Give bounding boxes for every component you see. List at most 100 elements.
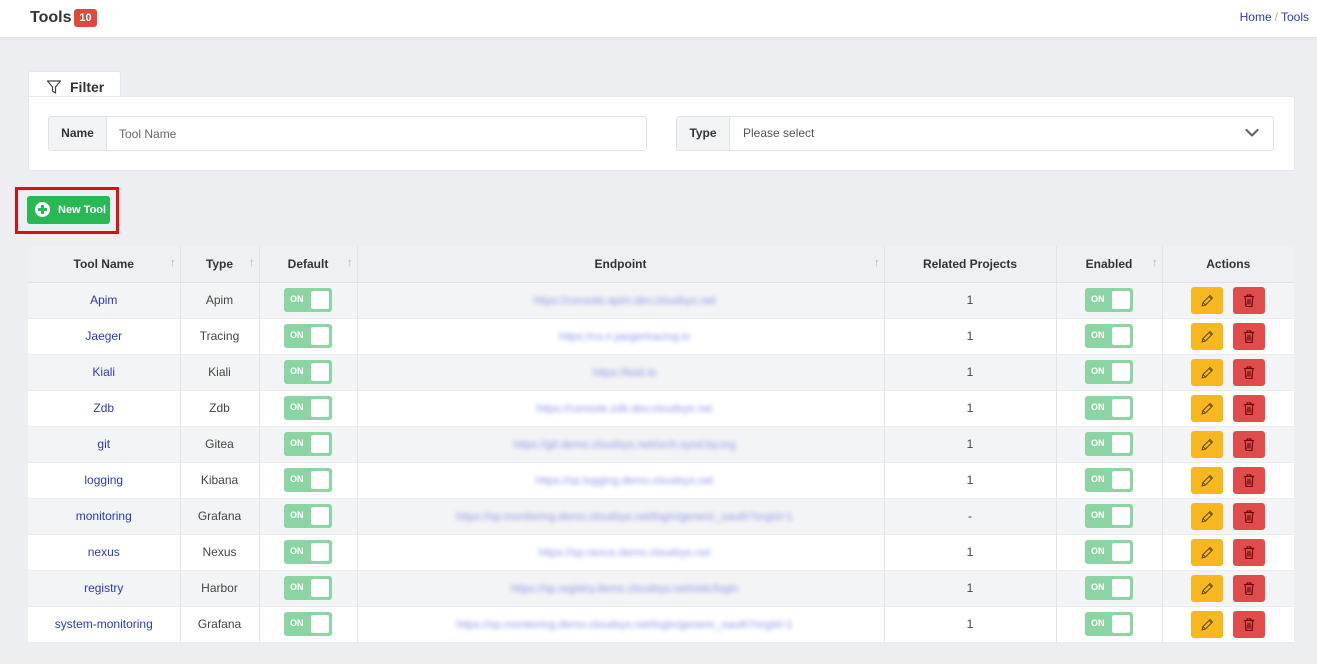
table-row: Zdb Zdb ON https://console.zdb.dev.cloudsys…: [28, 390, 1294, 427]
enabled-toggle[interactable]: ON: [1085, 396, 1133, 420]
column-header-default[interactable]: Default ↑: [259, 246, 358, 283]
edit-button[interactable]: [1191, 502, 1224, 530]
default-toggle[interactable]: ON: [284, 432, 332, 456]
filter-icon: [46, 80, 62, 94]
edit-button[interactable]: [1191, 574, 1224, 602]
sort-arrow-icon[interactable]: ↑: [170, 257, 176, 269]
delete-button[interactable]: [1233, 358, 1266, 386]
breadcrumb-home-link[interactable]: Home: [1240, 10, 1272, 24]
tool-name-link[interactable]: Kiali: [92, 365, 115, 379]
delete-button[interactable]: [1233, 610, 1266, 638]
column-header-actions: Actions: [1162, 246, 1294, 283]
tool-name-link[interactable]: monitoring: [76, 509, 132, 523]
delete-button[interactable]: [1233, 394, 1266, 422]
related-projects-cell: 1: [884, 282, 1057, 319]
related-projects-cell: 1: [884, 390, 1057, 427]
actions-cell: [1162, 570, 1294, 607]
endpoint-url: https://git.demo.cloudsys.net/orch.sysd.…: [513, 439, 736, 451]
tool-name-link[interactable]: git: [97, 437, 110, 451]
tool-name-link[interactable]: nexus: [88, 545, 120, 559]
edit-button[interactable]: [1191, 538, 1224, 566]
related-projects-cell: 1: [884, 570, 1057, 607]
tool-name-cell: system-monitoring: [28, 606, 181, 643]
default-toggle[interactable]: ON: [284, 612, 332, 636]
column-header-enabled[interactable]: Enabled ↑: [1056, 246, 1163, 283]
enabled-toggle[interactable]: ON: [1085, 288, 1133, 312]
toggle-knob: [1112, 615, 1130, 633]
tool-name-link[interactable]: Apim: [90, 293, 117, 307]
enabled-toggle[interactable]: ON: [1085, 540, 1133, 564]
delete-button[interactable]: [1233, 574, 1266, 602]
delete-button[interactable]: [1233, 502, 1266, 530]
default-toggle[interactable]: ON: [284, 576, 332, 600]
enabled-toggle[interactable]: ON: [1085, 324, 1133, 348]
sort-arrow-icon[interactable]: ↑: [249, 257, 255, 269]
table-header-row: Tool Name ↑ Type ↑ Default ↑ Endpoint ↑ Rela…: [28, 246, 1294, 283]
tool-name-link[interactable]: Zdb: [93, 401, 114, 415]
enabled-cell: ON: [1056, 426, 1163, 463]
default-toggle[interactable]: ON: [284, 324, 332, 348]
actions-cell: [1162, 354, 1294, 391]
enabled-toggle[interactable]: ON: [1085, 576, 1133, 600]
default-toggle[interactable]: ON: [284, 468, 332, 492]
column-header-endpoint[interactable]: Endpoint ↑: [357, 246, 885, 283]
sort-arrow-icon[interactable]: ↑: [874, 257, 880, 269]
type-cell: Tracing: [180, 318, 260, 355]
breadcrumb: Home / Tools: [1240, 10, 1309, 24]
delete-button[interactable]: [1233, 322, 1266, 350]
sort-arrow-icon[interactable]: ↑: [1152, 257, 1158, 269]
delete-button[interactable]: [1233, 286, 1266, 314]
toggle-knob: [311, 399, 329, 417]
tool-name-link[interactable]: logging: [84, 473, 123, 487]
toggle-label: ON: [290, 330, 304, 340]
type-cell: Nexus: [180, 534, 260, 571]
tool-name-cell: Kiali: [28, 354, 181, 391]
default-cell: ON: [259, 282, 358, 319]
edit-button[interactable]: [1191, 394, 1224, 422]
tool-name-link[interactable]: registry: [84, 581, 123, 595]
toggle-knob: [311, 579, 329, 597]
delete-button[interactable]: [1233, 466, 1266, 494]
type-filter-select[interactable]: Type Please select: [676, 116, 1274, 151]
toggle-label: ON: [1091, 402, 1105, 412]
enabled-toggle[interactable]: ON: [1085, 432, 1133, 456]
endpoint-cell: https://sp.monitoring.demo.cloudsys.net/…: [357, 606, 885, 643]
enabled-toggle[interactable]: ON: [1085, 612, 1133, 636]
breadcrumb-current-link[interactable]: Tools: [1281, 10, 1309, 24]
column-header-related-projects: Related Projects: [884, 246, 1057, 283]
edit-button[interactable]: [1191, 610, 1224, 638]
column-header-type[interactable]: Type ↑: [180, 246, 260, 283]
edit-button[interactable]: [1191, 286, 1224, 314]
tool-name-cell: Zdb: [28, 390, 181, 427]
edit-button[interactable]: [1191, 358, 1224, 386]
default-toggle[interactable]: ON: [284, 396, 332, 420]
delete-button[interactable]: [1233, 538, 1266, 566]
default-cell: ON: [259, 570, 358, 607]
default-toggle[interactable]: ON: [284, 540, 332, 564]
tool-name-link[interactable]: Jaeger: [85, 329, 122, 343]
toggle-label: ON: [1091, 438, 1105, 448]
edit-button[interactable]: [1191, 322, 1224, 350]
enabled-toggle[interactable]: ON: [1085, 504, 1133, 528]
edit-button[interactable]: [1191, 466, 1224, 494]
enabled-toggle[interactable]: ON: [1085, 360, 1133, 384]
column-header-tool-name[interactable]: Tool Name ↑: [28, 246, 181, 283]
tool-name-link[interactable]: system-monitoring: [55, 617, 153, 631]
name-filter-input[interactable]: [107, 117, 646, 150]
endpoint-url: https://sp.registry.demo.cloudsys.net/oi…: [510, 583, 739, 595]
toggle-label: ON: [1091, 366, 1105, 376]
delete-button[interactable]: [1233, 430, 1266, 458]
default-toggle[interactable]: ON: [284, 504, 332, 528]
default-toggle[interactable]: ON: [284, 360, 332, 384]
breadcrumb-separator: /: [1274, 10, 1278, 24]
toggle-label: ON: [290, 510, 304, 520]
filter-tab[interactable]: Filter: [28, 71, 121, 98]
endpoint-cell: https://console.zdb.dev.cloudsys.net: [357, 390, 885, 427]
endpoint-url: https://sp.nexus.demo.cloudsys.net: [538, 547, 711, 559]
enabled-toggle[interactable]: ON: [1085, 468, 1133, 492]
edit-button[interactable]: [1191, 430, 1224, 458]
sort-arrow-icon[interactable]: ↑: [347, 257, 353, 269]
new-tool-button[interactable]: New Tool: [27, 196, 110, 224]
toggle-label: ON: [290, 618, 304, 628]
default-toggle[interactable]: ON: [284, 288, 332, 312]
